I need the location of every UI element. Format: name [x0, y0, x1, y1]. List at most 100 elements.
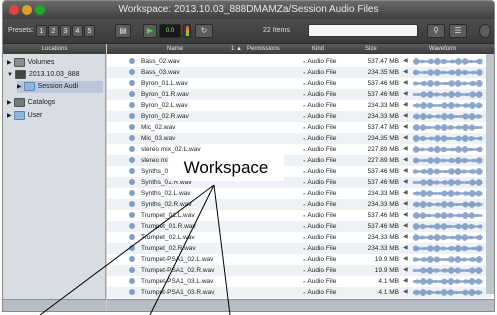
speaker-icon[interactable]: ◀	[403, 67, 408, 78]
waveform-preview[interactable]	[413, 113, 483, 120]
speaker-icon[interactable]: ◀	[403, 144, 408, 155]
options-button[interactable]	[479, 24, 491, 38]
search-button[interactable]: ⚲	[427, 24, 445, 38]
waveform-preview[interactable]	[413, 58, 483, 65]
file-row[interactable]: Trumpet-PSA1_03.L.wav Audio File 4.1 MB ◀	[107, 276, 492, 287]
speaker-icon[interactable]: ◀	[403, 221, 408, 232]
disclosure-triangle-icon[interactable]: ▶	[17, 84, 22, 90]
preset-button-4[interactable]: 4	[72, 25, 83, 37]
speaker-icon[interactable]: ◀	[403, 199, 408, 210]
speaker-icon[interactable]: ◀	[403, 111, 408, 122]
column-header-name[interactable]: Name	[167, 44, 183, 54]
waveform-preview[interactable]	[413, 168, 483, 175]
waveform-preview[interactable]	[413, 289, 483, 296]
file-row[interactable]: Byron_01.L.wav Audio File 537.46 MB ◀	[107, 78, 492, 89]
column-header-permissions[interactable]: Permissions	[247, 44, 280, 54]
file-row[interactable]: Byron_01.R.wav Audio File 537.46 MB ◀	[107, 89, 492, 100]
column-header-kind[interactable]: Kind	[312, 44, 324, 54]
file-row[interactable]: Bass_03.wav Audio File 234.35 MB ◀	[107, 67, 492, 78]
preset-button-5[interactable]: 5	[84, 25, 95, 37]
file-row[interactable]: Trumpet_02.L.wav Audio File 234.33 MB ◀	[107, 232, 492, 243]
speaker-icon[interactable]: ◀	[403, 100, 408, 111]
file-row[interactable]: Bass_02.wav Audio File 537.47 MB ◀	[107, 56, 492, 67]
speaker-icon[interactable]: ◀	[403, 287, 408, 298]
speaker-icon[interactable]: ◀	[403, 210, 408, 221]
speaker-icon[interactable]: ◀	[403, 133, 408, 144]
file-row[interactable]: Mic_03.wav Audio File 234.35 MB ◀	[107, 133, 492, 144]
waveform-preview[interactable]	[413, 179, 483, 186]
disclosure-triangle-icon[interactable]: ▶	[7, 60, 12, 66]
waveform-preview[interactable]	[413, 157, 483, 164]
speaker-icon[interactable]: ◀	[403, 122, 408, 133]
location-volumes[interactable]: ▶ Volumes	[7, 57, 54, 69]
file-row[interactable]: stereo mix_02.R.wavAudio File227.89 MB◀	[107, 155, 492, 166]
waveform-preview[interactable]	[413, 234, 483, 241]
waveform-preview[interactable]	[413, 201, 483, 208]
speaker-icon[interactable]: ◀	[403, 254, 408, 265]
file-row[interactable]: Synths_02.L.wav Audio File 234.33 MB ◀	[107, 188, 492, 199]
waveform-preview[interactable]	[413, 190, 483, 197]
waveform-preview[interactable]	[413, 146, 483, 153]
speaker-icon[interactable]: ◀	[403, 166, 408, 177]
column-header-sort[interactable]: 1 ▲	[231, 44, 242, 54]
waveform-preview[interactable]	[413, 245, 483, 252]
waveform-preview[interactable]	[413, 278, 483, 285]
speaker-icon[interactable]: ◀	[403, 177, 408, 188]
waveform-preview[interactable]	[413, 135, 483, 142]
preset-button-3[interactable]: 3	[60, 25, 71, 37]
file-row[interactable]: Trumpet_02.R.wav Audio File 234.33 MB ◀	[107, 243, 492, 254]
search-input[interactable]	[308, 24, 418, 37]
disclosure-triangle-open-icon[interactable]: ▼	[7, 72, 13, 78]
locations-scrollbar[interactable]	[3, 299, 106, 311]
waveform-preview[interactable]	[413, 69, 483, 76]
waveform-preview[interactable]	[413, 102, 483, 109]
disclosure-triangle-icon[interactable]: ▶	[7, 113, 12, 119]
file-row[interactable]: Trumpet_01.L.wav Audio File 537.46 MB ◀	[107, 210, 492, 221]
file-row[interactable]: Synths_01.R.wavAudio File537.46 MB◀	[107, 177, 492, 188]
browser-menu-button[interactable]: ▤	[115, 24, 131, 38]
speaker-icon[interactable]: ◀	[403, 276, 408, 287]
speaker-icon[interactable]: ◀	[403, 265, 408, 276]
file-row[interactable]: stereo mix_02.L.wav Audio File 227.89 MB ◀	[107, 144, 492, 155]
waveform-preview[interactable]	[413, 212, 483, 219]
preset-button-2[interactable]: 2	[48, 25, 59, 37]
location-catalogs[interactable]: ▶ Catalogs	[7, 97, 55, 109]
disclosure-triangle-icon[interactable]: ▶	[7, 100, 12, 106]
file-list-horizontal-scrollbar[interactable]	[107, 299, 494, 311]
loop-preview-button[interactable]: ↻	[195, 24, 213, 38]
zoom-window-button[interactable]	[35, 5, 45, 15]
waveform-preview[interactable]	[413, 267, 483, 274]
column-header-waveform[interactable]: Waveform	[429, 44, 456, 54]
file-row[interactable]: Synths_02.R.wav Audio File 234.33 MB ◀	[107, 199, 492, 210]
speaker-icon[interactable]: ◀	[403, 89, 408, 100]
view-menu-button[interactable]: ☰	[449, 24, 467, 38]
file-row[interactable]: Byron_02.R.wav Audio File 234.33 MB ◀	[107, 111, 492, 122]
speaker-icon[interactable]: ◀	[403, 155, 408, 166]
file-row[interactable]: Byron_02.L.wav Audio File 234.33 MB ◀	[107, 100, 492, 111]
speaker-icon[interactable]: ◀	[403, 188, 408, 199]
title-bar[interactable]: Workspace: 2013.10.03_888DMAMZa/Session …	[3, 1, 494, 19]
file-row[interactable]: Synths_01.L.wavAudio File537.46 MB◀	[107, 166, 492, 177]
waveform-preview[interactable]	[413, 91, 483, 98]
waveform-preview[interactable]	[413, 223, 483, 230]
file-row[interactable]: Mic_02.wav Audio File 537.47 MB ◀	[107, 122, 492, 133]
vertical-scrollbar[interactable]	[486, 54, 494, 294]
file-row[interactable]: Trumpet-PSA1_02.R.wav Audio File 19.9 MB ◀	[107, 265, 492, 276]
minimize-window-button[interactable]	[22, 5, 32, 15]
speaker-icon[interactable]: ◀	[403, 232, 408, 243]
preset-button-1[interactable]: 1	[36, 25, 47, 37]
speaker-icon[interactable]: ◀	[403, 56, 408, 67]
close-window-button[interactable]	[9, 5, 19, 15]
waveform-preview[interactable]	[413, 124, 483, 131]
file-row[interactable]: Trumpet-PSA1_02.L.wav Audio File 19.9 MB ◀	[107, 254, 492, 265]
preview-play-button[interactable]: ▶	[143, 24, 157, 38]
column-header-size[interactable]: Size	[365, 44, 377, 54]
waveform-preview[interactable]	[413, 256, 483, 263]
location-user[interactable]: ▶ User	[7, 110, 42, 122]
file-row[interactable]: Trumpet_01.R.wav Audio File 537.46 MB ◀	[107, 221, 492, 232]
location-session[interactable]: ▼ 2013.10.03_888	[7, 69, 80, 81]
location-session-audio-files[interactable]: ▶ Session Audi	[17, 81, 103, 93]
file-row[interactable]: Trumpet-PSA1_03.R.wav Audio File 4.1 MB ◀	[107, 287, 492, 298]
speaker-icon[interactable]: ◀	[403, 78, 408, 89]
speaker-icon[interactable]: ◀	[403, 243, 408, 254]
